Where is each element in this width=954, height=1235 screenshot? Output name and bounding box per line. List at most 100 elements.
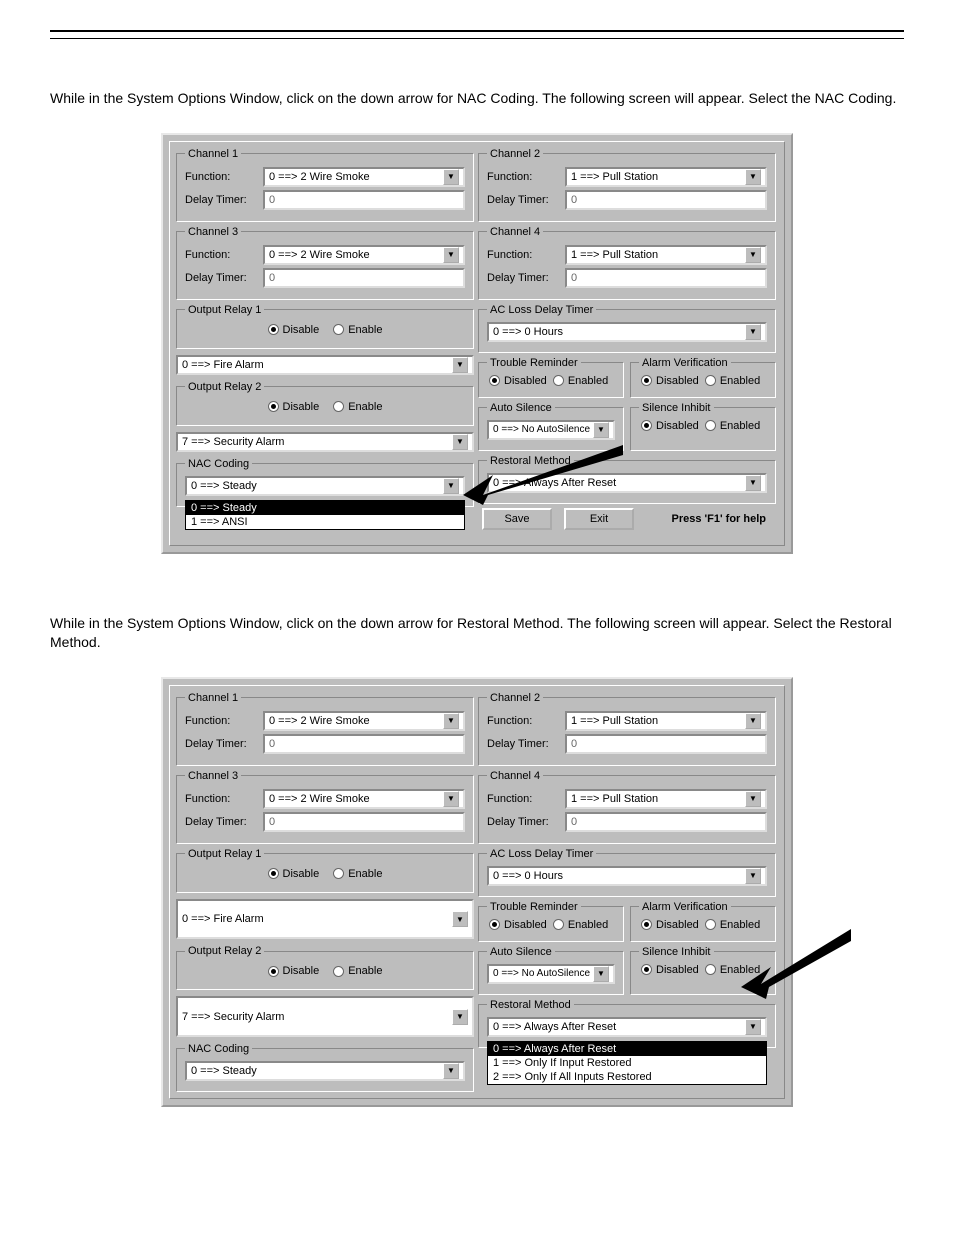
silenceinhib-enabled-radio[interactable]: Enabled — [705, 420, 760, 432]
output-relay-1-type-select[interactable]: 0 ==> Fire Alarm ▼ — [176, 899, 474, 940]
channel-2-group: Channel 2 Function: 1 ==> Pull Station ▼… — [478, 148, 776, 222]
chevron-down-icon: ▼ — [443, 713, 459, 729]
alarmver-enabled-radio[interactable]: Enabled — [705, 375, 760, 387]
nac-option-0[interactable]: 0 ==> Steady — [186, 501, 464, 515]
nac-coding-group: NAC Coding 0 ==> Steady ▼ 0 ==> Steady 1… — [176, 458, 474, 507]
output-relay-2-type-select[interactable]: 7 ==> Security Alarm ▼ — [176, 432, 474, 452]
channel-4-group: Channel 4 Function: 1 ==> Pull Station ▼… — [478, 770, 776, 844]
save-button[interactable]: Save — [482, 508, 552, 530]
chevron-down-icon: ▼ — [443, 791, 459, 807]
channel-1-group: Channel 1 Function: 0 ==> 2 Wire Smoke ▼… — [176, 148, 474, 222]
alarm-verification-group: Alarm Verification Disabled Enabled — [630, 901, 776, 942]
alarmver-enabled-radio[interactable]: Enabled — [705, 919, 760, 931]
restoral-method-group: Restoral Method 0 ==> Always After Reset… — [478, 455, 776, 504]
silenceinhib-enabled-radio[interactable]: Enabled — [705, 964, 760, 976]
chevron-down-icon: ▼ — [443, 478, 459, 494]
auto-silence-select[interactable]: 0 ==> No AutoSilence ▼ — [487, 964, 615, 984]
output-relay-1-disable-radio[interactable]: Disable — [268, 324, 320, 336]
section2-text: While in the System Options Window, clic… — [50, 614, 904, 653]
restoral-option-1[interactable]: 1 ==> Only If Input Restored — [488, 1056, 766, 1070]
channel-2-delay-input[interactable]: 0 — [565, 734, 767, 754]
chevron-down-icon: ▼ — [443, 169, 459, 185]
chevron-down-icon: ▼ — [593, 966, 609, 982]
channel-4-delay-input[interactable]: 0 — [565, 268, 767, 288]
channel-1-function-select[interactable]: 0 ==> 2 Wire Smoke ▼ — [263, 167, 465, 187]
channel-4-delay-input[interactable]: 0 — [565, 812, 767, 832]
section1-text: While in the System Options Window, clic… — [50, 89, 904, 109]
chevron-down-icon: ▼ — [452, 911, 468, 927]
auto-silence-group: Auto Silence 0 ==> No AutoSilence ▼ — [478, 946, 624, 995]
channel-4-function-select[interactable]: 1 ==> Pull Station ▼ — [565, 789, 767, 809]
output-relay-1-enable-radio[interactable]: Enable — [333, 868, 382, 880]
auto-silence-group: Auto Silence 0 ==> No AutoSilence ▼ — [478, 402, 624, 451]
output-relay-2-disable-radio[interactable]: Disable — [268, 965, 320, 977]
nac-coding-select[interactable]: 0 ==> Steady ▼ — [185, 476, 465, 496]
chevron-down-icon: ▼ — [745, 475, 761, 491]
help-text: Press 'F1' for help — [672, 513, 772, 525]
output-relay-1-disable-radio[interactable]: Disable — [268, 868, 320, 880]
output-relay-1-group: Output Relay 1 Disable Enable — [176, 848, 474, 893]
restoral-method-group: Restoral Method 0 ==> Always After Reset… — [478, 999, 776, 1048]
channel-2-group: Channel 2 Function: 1 ==> Pull Station ▼… — [478, 692, 776, 766]
trouble-disabled-radio[interactable]: Disabled — [489, 375, 547, 387]
ac-loss-delay-select[interactable]: 0 ==> 0 Hours ▼ — [487, 322, 767, 342]
chevron-down-icon: ▼ — [745, 713, 761, 729]
chevron-down-icon: ▼ — [593, 422, 609, 438]
restoral-method-select[interactable]: 0 ==> Always After Reset ▼ — [487, 1017, 767, 1037]
channel-3-group: Channel 3 Function: 0 ==> 2 Wire Smoke ▼… — [176, 226, 474, 300]
ac-loss-delay-select[interactable]: 0 ==> 0 Hours ▼ — [487, 866, 767, 886]
exit-button[interactable]: Exit — [564, 508, 634, 530]
silenceinhib-disabled-radio[interactable]: Disabled — [641, 964, 699, 976]
alarmver-disabled-radio[interactable]: Disabled — [641, 919, 699, 931]
chevron-down-icon: ▼ — [443, 1063, 459, 1079]
channel-1-delay-input[interactable]: 0 — [263, 190, 465, 210]
channel-1-delay-input[interactable]: 0 — [263, 734, 465, 754]
nac-coding-dropdown-list[interactable]: 0 ==> Steady 1 ==> ANSI — [185, 500, 465, 530]
channel-4-function-select[interactable]: 1 ==> Pull Station ▼ — [565, 245, 767, 265]
output-relay-2-enable-radio[interactable]: Enable — [333, 401, 382, 413]
output-relay-2-type-select[interactable]: 7 ==> Security Alarm ▼ — [176, 996, 474, 1037]
output-relay-1-type-select[interactable]: 0 ==> Fire Alarm ▼ — [176, 355, 474, 375]
chevron-down-icon: ▼ — [443, 247, 459, 263]
ac-loss-delay-group: AC Loss Delay Timer 0 ==> 0 Hours ▼ — [478, 304, 776, 353]
trouble-enabled-radio[interactable]: Enabled — [553, 919, 608, 931]
output-relay-2-disable-radio[interactable]: Disable — [268, 401, 320, 413]
chevron-down-icon: ▼ — [452, 357, 468, 373]
chevron-down-icon: ▼ — [745, 324, 761, 340]
channel-2-delay-input[interactable]: 0 — [565, 190, 767, 210]
chevron-down-icon: ▼ — [745, 791, 761, 807]
chevron-down-icon: ▼ — [452, 434, 468, 450]
auto-silence-select[interactable]: 0 ==> No AutoSilence ▼ — [487, 420, 615, 440]
channel-3-function-select[interactable]: 0 ==> 2 Wire Smoke ▼ — [263, 245, 465, 265]
silence-inhibit-group: Silence Inhibit Disabled Enabled — [630, 946, 776, 995]
restoral-option-2[interactable]: 2 ==> Only If All Inputs Restored — [488, 1070, 766, 1084]
restoral-method-dropdown-list[interactable]: 0 ==> Always After Reset 1 ==> Only If I… — [487, 1041, 767, 1085]
trouble-disabled-radio[interactable]: Disabled — [489, 919, 547, 931]
output-relay-2-group: Output Relay 2 Disable Enable — [176, 945, 474, 990]
trouble-enabled-radio[interactable]: Enabled — [553, 375, 608, 387]
silenceinhib-disabled-radio[interactable]: Disabled — [641, 420, 699, 432]
channel-3-delay-input[interactable]: 0 — [263, 812, 465, 832]
chevron-down-icon: ▼ — [452, 1009, 468, 1025]
chevron-down-icon: ▼ — [745, 868, 761, 884]
channel-3-group: Channel 3 Function: 0 ==> 2 Wire Smoke ▼… — [176, 770, 474, 844]
channel-2-function-select[interactable]: 1 ==> Pull Station ▼ — [565, 711, 767, 731]
chevron-down-icon: ▼ — [745, 169, 761, 185]
nac-option-1[interactable]: 1 ==> ANSI — [186, 515, 464, 529]
system-options-panel-2: Channel 1 Function: 0 ==> 2 Wire Smoke ▼… — [161, 677, 793, 1107]
silence-inhibit-group: Silence Inhibit Disabled Enabled — [630, 402, 776, 451]
output-relay-1-enable-radio[interactable]: Enable — [333, 324, 382, 336]
channel-4-group: Channel 4 Function: 1 ==> Pull Station ▼… — [478, 226, 776, 300]
alarmver-disabled-radio[interactable]: Disabled — [641, 375, 699, 387]
nac-coding-select[interactable]: 0 ==> Steady ▼ — [185, 1061, 465, 1081]
restoral-option-0[interactable]: 0 ==> Always After Reset — [488, 1042, 766, 1056]
restoral-method-select[interactable]: 0 ==> Always After Reset ▼ — [487, 473, 767, 493]
chevron-down-icon: ▼ — [745, 1019, 761, 1035]
nac-coding-group: NAC Coding 0 ==> Steady ▼ — [176, 1043, 474, 1092]
channel-2-function-select[interactable]: 1 ==> Pull Station ▼ — [565, 167, 767, 187]
channel-1-function-select[interactable]: 0 ==> 2 Wire Smoke ▼ — [263, 711, 465, 731]
channel-3-function-select[interactable]: 0 ==> 2 Wire Smoke ▼ — [263, 789, 465, 809]
output-relay-2-enable-radio[interactable]: Enable — [333, 965, 382, 977]
channel-3-delay-input[interactable]: 0 — [263, 268, 465, 288]
chevron-down-icon: ▼ — [745, 247, 761, 263]
